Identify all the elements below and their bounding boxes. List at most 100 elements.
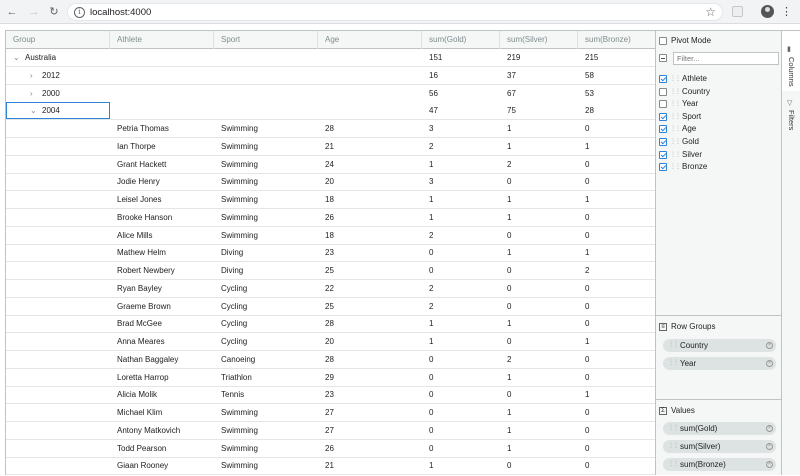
header-athlete[interactable]: Athlete — [110, 31, 214, 49]
sport-cell[interactable]: Diving — [214, 244, 318, 261]
column-filter-input[interactable] — [673, 52, 779, 65]
gold-cell[interactable]: 16 — [422, 67, 500, 84]
sport-cell[interactable]: Tennis — [214, 386, 318, 403]
column-checkbox[interactable] — [659, 87, 667, 96]
silver-cell[interactable]: 0 — [500, 227, 578, 244]
sport-cell[interactable]: Diving — [214, 262, 318, 279]
remove-icon[interactable]: × — [766, 342, 773, 349]
table-row[interactable]: Alice Mills Swimming 18 2 0 0 — [6, 227, 655, 245]
age-cell[interactable]: 25 — [318, 262, 422, 279]
bookmark-star-icon[interactable]: ☆ — [705, 5, 716, 19]
header-sport[interactable]: Sport — [214, 31, 318, 49]
silver-cell[interactable]: 1 — [500, 404, 578, 421]
silver-cell[interactable]: 219 — [500, 49, 578, 66]
pill-sum-gold[interactable]: ⋮⋮ sum(Gold) × — [663, 422, 776, 435]
table-row[interactable]: Giaan Rooney Swimming 21 1 0 0 — [6, 457, 655, 475]
gold-cell[interactable]: 0 — [422, 244, 500, 261]
age-cell[interactable]: 21 — [318, 457, 422, 474]
gold-cell[interactable]: 56 — [422, 85, 500, 102]
age-cell[interactable]: 20 — [318, 333, 422, 350]
remove-icon[interactable]: × — [766, 461, 773, 468]
table-row[interactable]: Todd Pearson Swimming 26 0 1 0 — [6, 440, 655, 458]
sport-cell[interactable]: Swimming — [214, 440, 318, 457]
drag-handle-icon[interactable]: ⋮⋮ — [670, 111, 681, 123]
drag-handle-icon[interactable]: ⋮⋮ — [668, 422, 679, 435]
drag-handle-icon[interactable]: ⋮⋮ — [668, 339, 679, 352]
bronze-cell[interactable]: 0 — [578, 120, 655, 137]
gold-cell[interactable]: 3 — [422, 173, 500, 190]
sport-cell[interactable]: Swimming — [214, 404, 318, 421]
column-item-country[interactable]: ⋮⋮ Country — [659, 86, 710, 98]
athlete-cell[interactable]: Michael Klim — [110, 404, 214, 421]
athlete-cell[interactable]: Brooke Hanson — [110, 209, 214, 226]
pill-sum-bronze[interactable]: ⋮⋮ sum(Bronze) × — [663, 458, 776, 471]
sport-cell[interactable]: Cycling — [214, 333, 318, 350]
gold-cell[interactable]: 0 — [422, 351, 500, 368]
gold-cell[interactable]: 0 — [422, 386, 500, 403]
athlete-cell[interactable]: Leisel Jones — [110, 191, 214, 208]
column-item-year[interactable]: ⋮⋮ Year — [659, 98, 698, 110]
silver-cell[interactable]: 0 — [500, 333, 578, 350]
age-cell[interactable]: 29 — [318, 369, 422, 386]
pill-year[interactable]: ⋮⋮ Year × — [663, 357, 776, 370]
athlete-cell[interactable]: Antony Matkovich — [110, 422, 214, 439]
profile-avatar[interactable] — [761, 5, 774, 18]
address-bar[interactable]: i localhost:4000 ☆ — [67, 3, 723, 21]
bronze-cell[interactable]: 1 — [578, 386, 655, 403]
header-group[interactable]: Group — [6, 31, 110, 49]
gold-cell[interactable]: 1 — [422, 457, 500, 474]
athlete-cell[interactable]: Brad McGee — [110, 315, 214, 332]
pill-country[interactable]: ⋮⋮ Country × — [663, 339, 776, 352]
age-cell[interactable]: 28 — [318, 120, 422, 137]
bronze-cell[interactable]: 0 — [578, 315, 655, 332]
drag-handle-icon[interactable]: ⋮⋮ — [670, 161, 681, 173]
silver-cell[interactable]: 1 — [500, 244, 578, 261]
age-cell[interactable]: 27 — [318, 422, 422, 439]
bronze-cell[interactable]: 0 — [578, 404, 655, 421]
sport-cell[interactable]: Cycling — [214, 298, 318, 315]
gold-cell[interactable]: 1 — [422, 156, 500, 173]
age-cell[interactable]: 22 — [318, 280, 422, 297]
table-row[interactable]: Nathan Baggaley Canoeing 28 0 2 0 — [6, 351, 655, 369]
drag-handle-icon[interactable]: ⋮⋮ — [668, 458, 679, 471]
gold-cell[interactable]: 1 — [422, 209, 500, 226]
bronze-cell[interactable]: 0 — [578, 298, 655, 315]
remove-icon[interactable]: × — [766, 443, 773, 450]
group-row[interactable]: ⌄ Australia 151 219 215 — [6, 49, 655, 67]
group-row[interactable]: ⌄ 2004 47 75 28 — [6, 102, 655, 121]
column-checkbox[interactable] — [659, 125, 667, 134]
athlete-cell[interactable]: Nathan Baggaley — [110, 351, 214, 368]
drag-handle-icon[interactable]: ⋮⋮ — [668, 440, 679, 453]
info-icon[interactable]: i — [74, 7, 85, 18]
chevron-down-icon[interactable]: ⌄ — [13, 49, 25, 66]
bronze-cell[interactable]: 58 — [578, 67, 655, 84]
bronze-cell[interactable]: 1 — [578, 191, 655, 208]
bronze-cell[interactable]: 0 — [578, 457, 655, 474]
sport-cell[interactable]: Swimming — [214, 173, 318, 190]
drag-handle-icon[interactable]: ⋮⋮ — [670, 123, 681, 135]
bronze-cell[interactable]: 1 — [578, 333, 655, 350]
age-cell[interactable]: 24 — [318, 156, 422, 173]
age-cell[interactable]: 23 — [318, 386, 422, 403]
table-row[interactable]: Jodie Henry Swimming 20 3 0 0 — [6, 173, 655, 192]
age-cell[interactable]: 27 — [318, 404, 422, 421]
chevron-right-icon[interactable]: › — [30, 67, 42, 84]
sport-cell[interactable]: Canoeing — [214, 351, 318, 368]
gold-cell[interactable]: 1 — [422, 333, 500, 350]
athlete-cell[interactable]: Anna Meares — [110, 333, 214, 350]
drag-handle-icon[interactable]: ⋮⋮ — [670, 86, 681, 98]
silver-cell[interactable]: 2 — [500, 351, 578, 368]
bronze-cell[interactable]: 0 — [578, 209, 655, 226]
age-cell[interactable]: 21 — [318, 138, 422, 155]
table-row[interactable]: Grant Hackett Swimming 24 1 2 0 — [6, 156, 655, 174]
drag-handle-icon[interactable]: ⋮⋮ — [670, 136, 681, 148]
column-item-bronze[interactable]: ⋮⋮ Bronze — [659, 161, 707, 173]
athlete-cell[interactable]: Graeme Brown — [110, 298, 214, 315]
column-item-sport[interactable]: ⋮⋮ Sport — [659, 111, 701, 123]
reload-icon[interactable]: ↻ — [46, 4, 62, 20]
forward-arrow-icon[interactable]: → — [26, 4, 42, 20]
bronze-cell[interactable]: 0 — [578, 156, 655, 173]
athlete-cell[interactable]: Loretta Harrop — [110, 369, 214, 386]
gold-cell[interactable]: 2 — [422, 280, 500, 297]
age-cell[interactable]: 23 — [318, 244, 422, 261]
